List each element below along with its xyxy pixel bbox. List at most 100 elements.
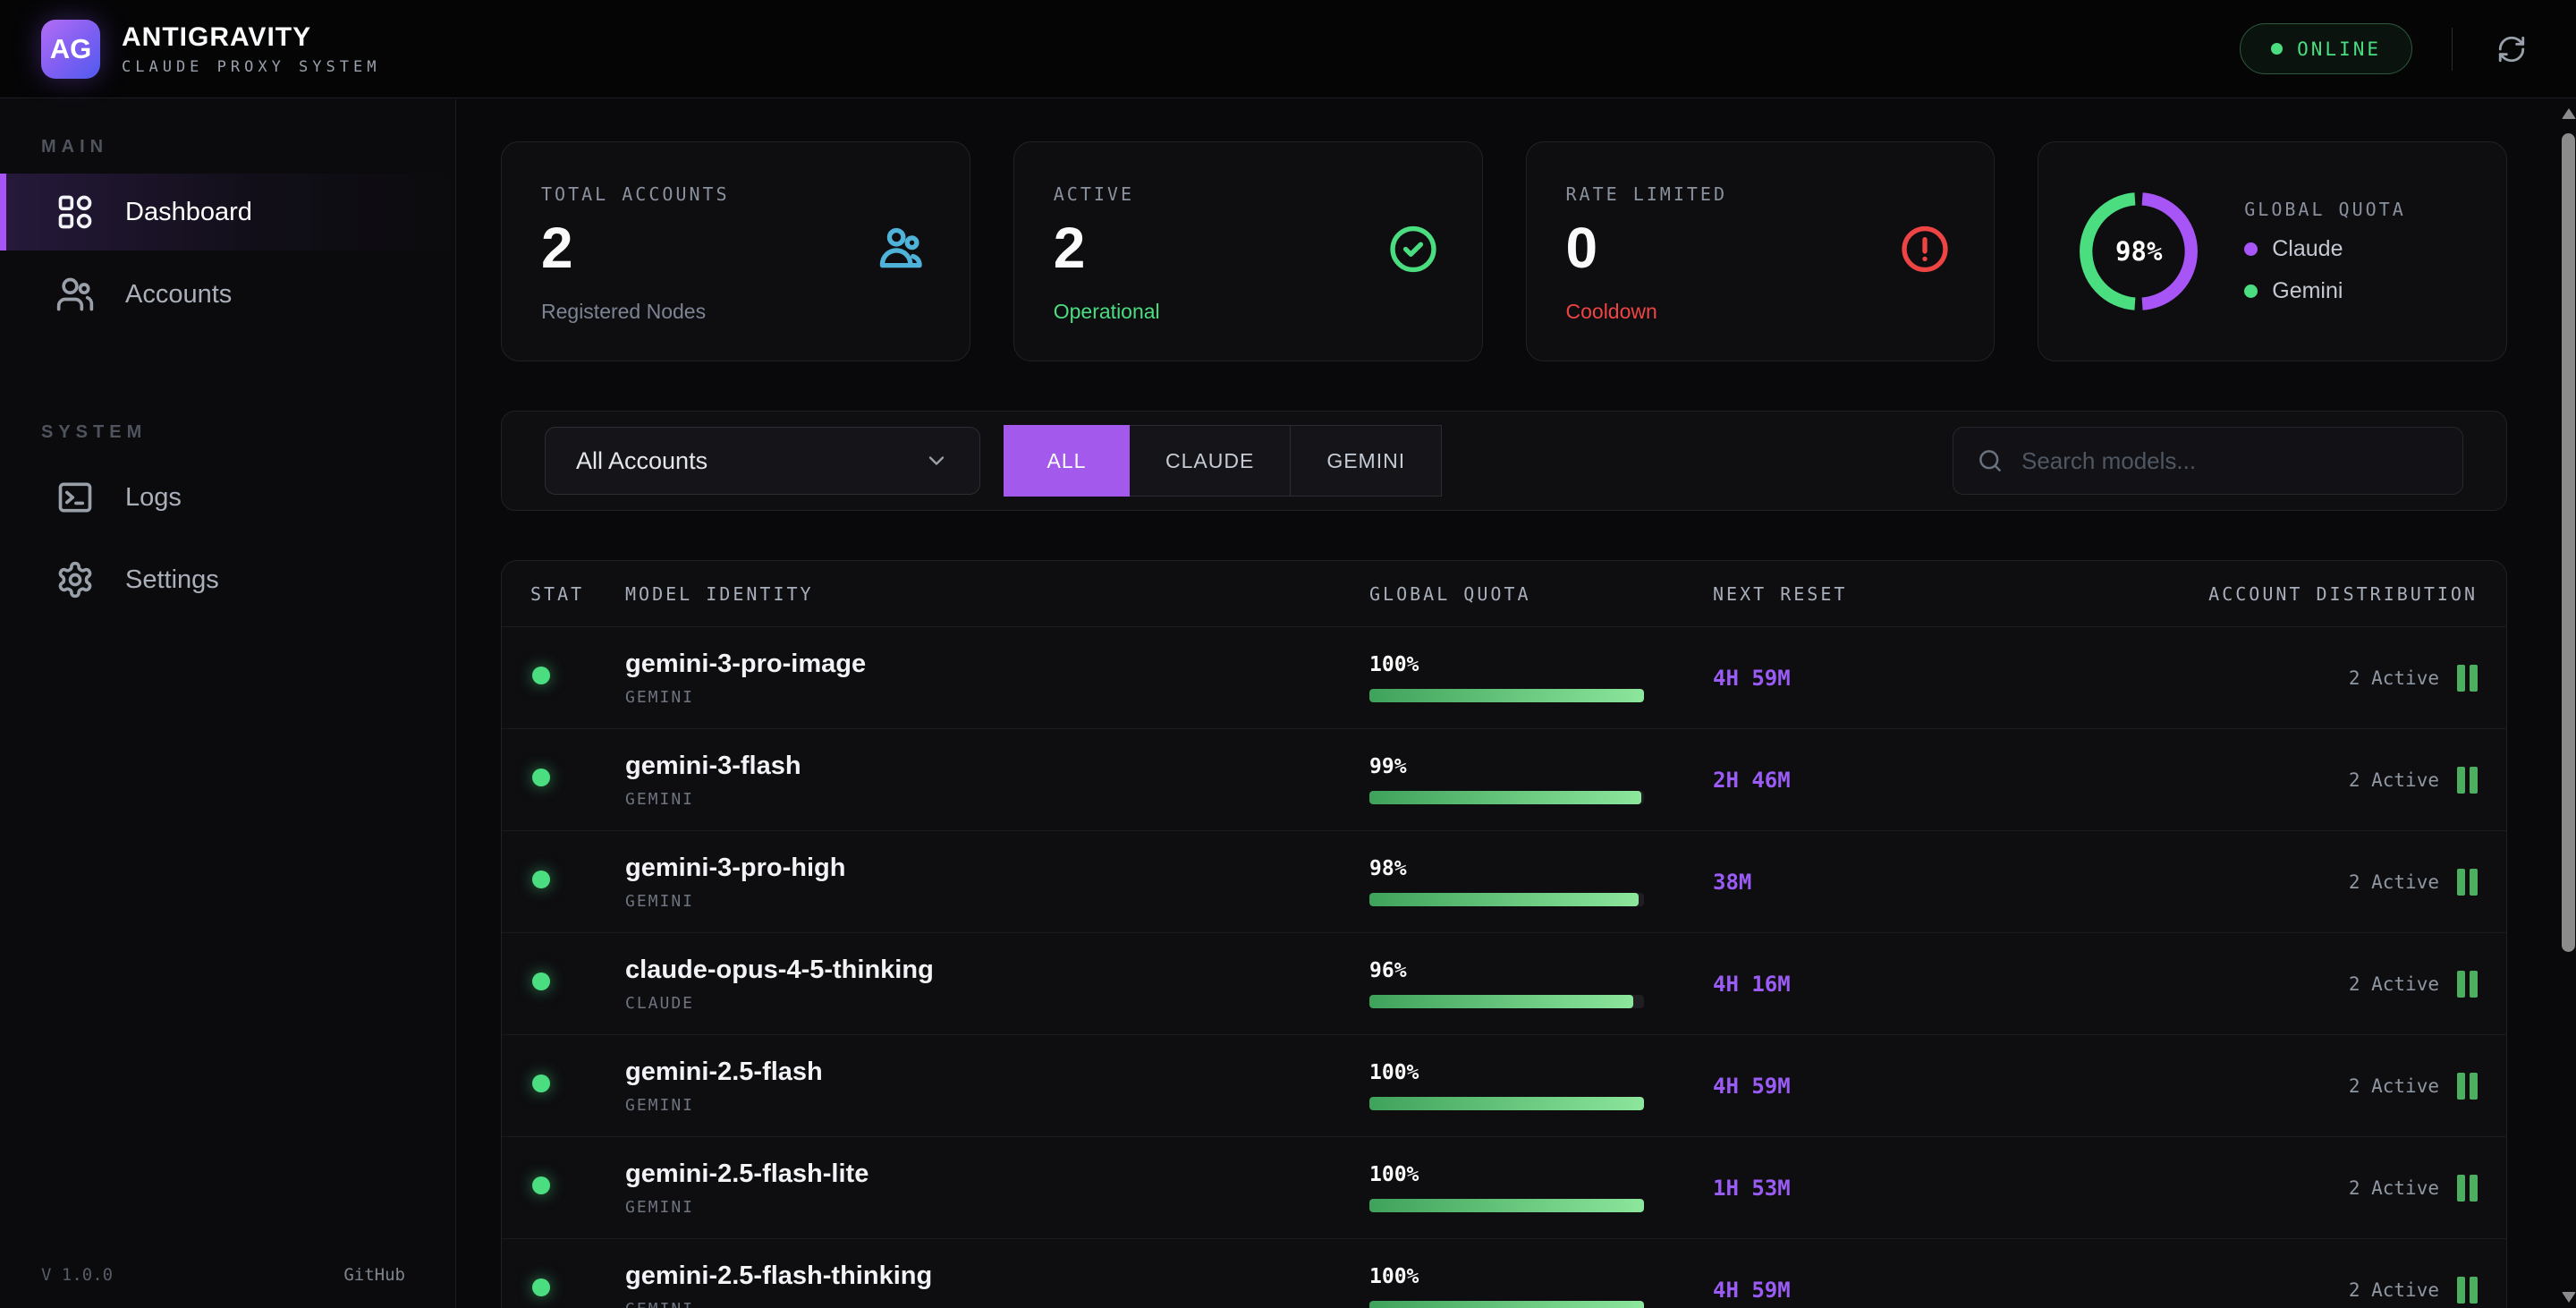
stat-card-rate-limited: RATE LIMITED 0 Cooldown (1526, 141, 1996, 361)
account-distribution-icon (2457, 665, 2478, 692)
provider-tabs: ALL CLAUDE GEMINI (1004, 425, 1442, 497)
quota-bar (1369, 689, 1644, 702)
quota-bar-fill (1369, 791, 1641, 804)
table-row[interactable]: gemini-2.5-flash GEMINI 100% 4H 59M 2 Ac… (502, 1035, 2506, 1137)
table-row[interactable]: gemini-3-flash GEMINI 99% 2H 46M 2 Activ… (502, 729, 2506, 831)
header-divider (2452, 28, 2453, 71)
active-accounts-label: 2 Active (2349, 973, 2439, 995)
github-link[interactable]: GitHub (343, 1265, 405, 1285)
check-circle-icon (1387, 224, 1439, 276)
sidebar-item-settings[interactable]: Settings (0, 541, 455, 618)
model-name: gemini-3-pro-high (625, 854, 1369, 883)
legend-label: Gemini (2272, 278, 2343, 304)
sidebar-item-logs[interactable]: Logs (0, 459, 455, 536)
table-row[interactable]: gemini-2.5-flash-thinking GEMINI 100% 4H… (502, 1239, 2506, 1308)
model-name: claude-opus-4-5-thinking (625, 956, 1369, 985)
active-accounts-label: 2 Active (2349, 769, 2439, 791)
table-row[interactable]: gemini-3-pro-high GEMINI 98% 38M 2 Activ… (502, 831, 2506, 933)
quota-percent: 100% (1369, 1163, 1713, 1186)
legend-label: Claude (2272, 236, 2343, 262)
alert-circle-icon (1899, 224, 1951, 276)
table-row[interactable]: gemini-2.5-flash-lite GEMINI 100% 1H 53M… (502, 1137, 2506, 1239)
stat-subtext: Registered Nodes (541, 300, 730, 324)
stat-subtext: Operational (1054, 300, 1160, 324)
next-reset-value: 1H 53M (1713, 1176, 2071, 1201)
refresh-icon (2496, 34, 2527, 64)
status-dot-icon (532, 1176, 550, 1194)
version-label: V 1.0.0 (41, 1265, 113, 1285)
stat-value: 2 (1054, 219, 1160, 276)
active-accounts-label: 2 Active (2349, 667, 2439, 689)
status-dot-icon (532, 973, 550, 990)
quota-bar (1369, 1301, 1644, 1308)
status-badge-label: ONLINE (2297, 38, 2381, 60)
active-accounts-label: 2 Active (2349, 1177, 2439, 1199)
scroll-down-arrow-icon[interactable] (2562, 1292, 2576, 1303)
active-accounts-label: 2 Active (2349, 1075, 2439, 1097)
sidebar-item-accounts[interactable]: Accounts (0, 256, 455, 333)
terminal-icon (55, 478, 95, 517)
tab-all[interactable]: ALL (1004, 425, 1130, 497)
quota-percent: 100% (1369, 1265, 1713, 1288)
quota-bar (1369, 995, 1644, 1008)
quota-percent-label: 98% (2063, 176, 2214, 327)
search-input[interactable] (2021, 447, 2439, 475)
model-name: gemini-2.5-flash (625, 1057, 1369, 1087)
col-account-distribution: ACCOUNT DISTRIBUTION (2071, 583, 2478, 605)
legend-item-claude: Claude (2244, 236, 2406, 262)
main-content: TOTAL ACCOUNTS 2 Registered Nodes ACTIVE… (457, 99, 2505, 1308)
stat-label: TOTAL ACCOUNTS (541, 183, 730, 205)
col-stat: STAT (530, 583, 625, 605)
quota-percent: 100% (1369, 653, 1713, 676)
users-icon (55, 275, 95, 314)
model-provider: GEMINI (625, 1300, 1369, 1308)
account-distribution-icon (2457, 971, 2478, 998)
sidebar-section-system: SYSTEM (41, 422, 455, 443)
account-distribution-icon (2457, 767, 2478, 794)
scrollbar-thumb[interactable] (2562, 133, 2575, 952)
quota-bar (1369, 1097, 1644, 1110)
account-distribution-icon (2457, 1175, 2478, 1202)
stat-card-active: ACTIVE 2 Operational (1013, 141, 1483, 361)
model-provider: GEMINI (625, 1198, 1369, 1217)
scroll-up-arrow-icon[interactable] (2562, 108, 2576, 119)
search-icon (1977, 447, 2004, 474)
sidebar-item-label: Accounts (125, 280, 232, 310)
table-row[interactable]: claude-opus-4-5-thinking CLAUDE 96% 4H 1… (502, 933, 2506, 1035)
quota-bar-fill (1369, 1097, 1644, 1110)
next-reset-value: 4H 16M (1713, 972, 2071, 997)
refresh-button[interactable] (2492, 30, 2531, 69)
active-accounts-label: 2 Active (2349, 871, 2439, 893)
model-provider: GEMINI (625, 790, 1369, 809)
stat-card-total-accounts: TOTAL ACCOUNTS 2 Registered Nodes (501, 141, 970, 361)
stat-value: 2 (541, 219, 730, 276)
next-reset-value: 4H 59M (1713, 666, 2071, 691)
quota-percent: 100% (1369, 1061, 1713, 1084)
table-row[interactable]: gemini-3-pro-image GEMINI 100% 4H 59M 2 … (502, 627, 2506, 729)
model-provider: GEMINI (625, 1096, 1369, 1115)
dashboard-icon (55, 192, 95, 232)
quota-bar-fill (1369, 995, 1633, 1008)
chevron-down-icon (924, 448, 949, 473)
quota-percent: 99% (1369, 755, 1713, 778)
quota-bar (1369, 1199, 1644, 1212)
quota-bar-fill (1369, 1301, 1644, 1308)
global-quota-card: 98% GLOBAL QUOTA Claude Gemini (2038, 141, 2507, 361)
status-badge: ONLINE (2240, 23, 2412, 74)
status-dot-icon (532, 1074, 550, 1092)
tab-claude[interactable]: CLAUDE (1130, 425, 1291, 497)
model-name: gemini-2.5-flash-thinking (625, 1261, 1369, 1291)
online-dot-icon (2271, 43, 2283, 55)
filter-bar: All Accounts ALL CLAUDE GEMINI (501, 411, 2507, 511)
app-header: AG ANTIGRAVITY CLAUDE PROXY SYSTEM ONLIN… (0, 0, 2576, 98)
account-distribution-icon (2457, 1277, 2478, 1304)
quota-card-label: GLOBAL QUOTA (2244, 199, 2406, 220)
quota-bar (1369, 791, 1644, 804)
status-dot-icon (532, 1278, 550, 1296)
account-select[interactable]: All Accounts (545, 427, 980, 495)
next-reset-value: 38M (1713, 870, 2071, 895)
sidebar-item-dashboard[interactable]: Dashboard (0, 174, 455, 251)
model-name: gemini-3-flash (625, 752, 1369, 781)
tab-gemini[interactable]: GEMINI (1291, 425, 1442, 497)
model-provider: GEMINI (625, 892, 1369, 911)
